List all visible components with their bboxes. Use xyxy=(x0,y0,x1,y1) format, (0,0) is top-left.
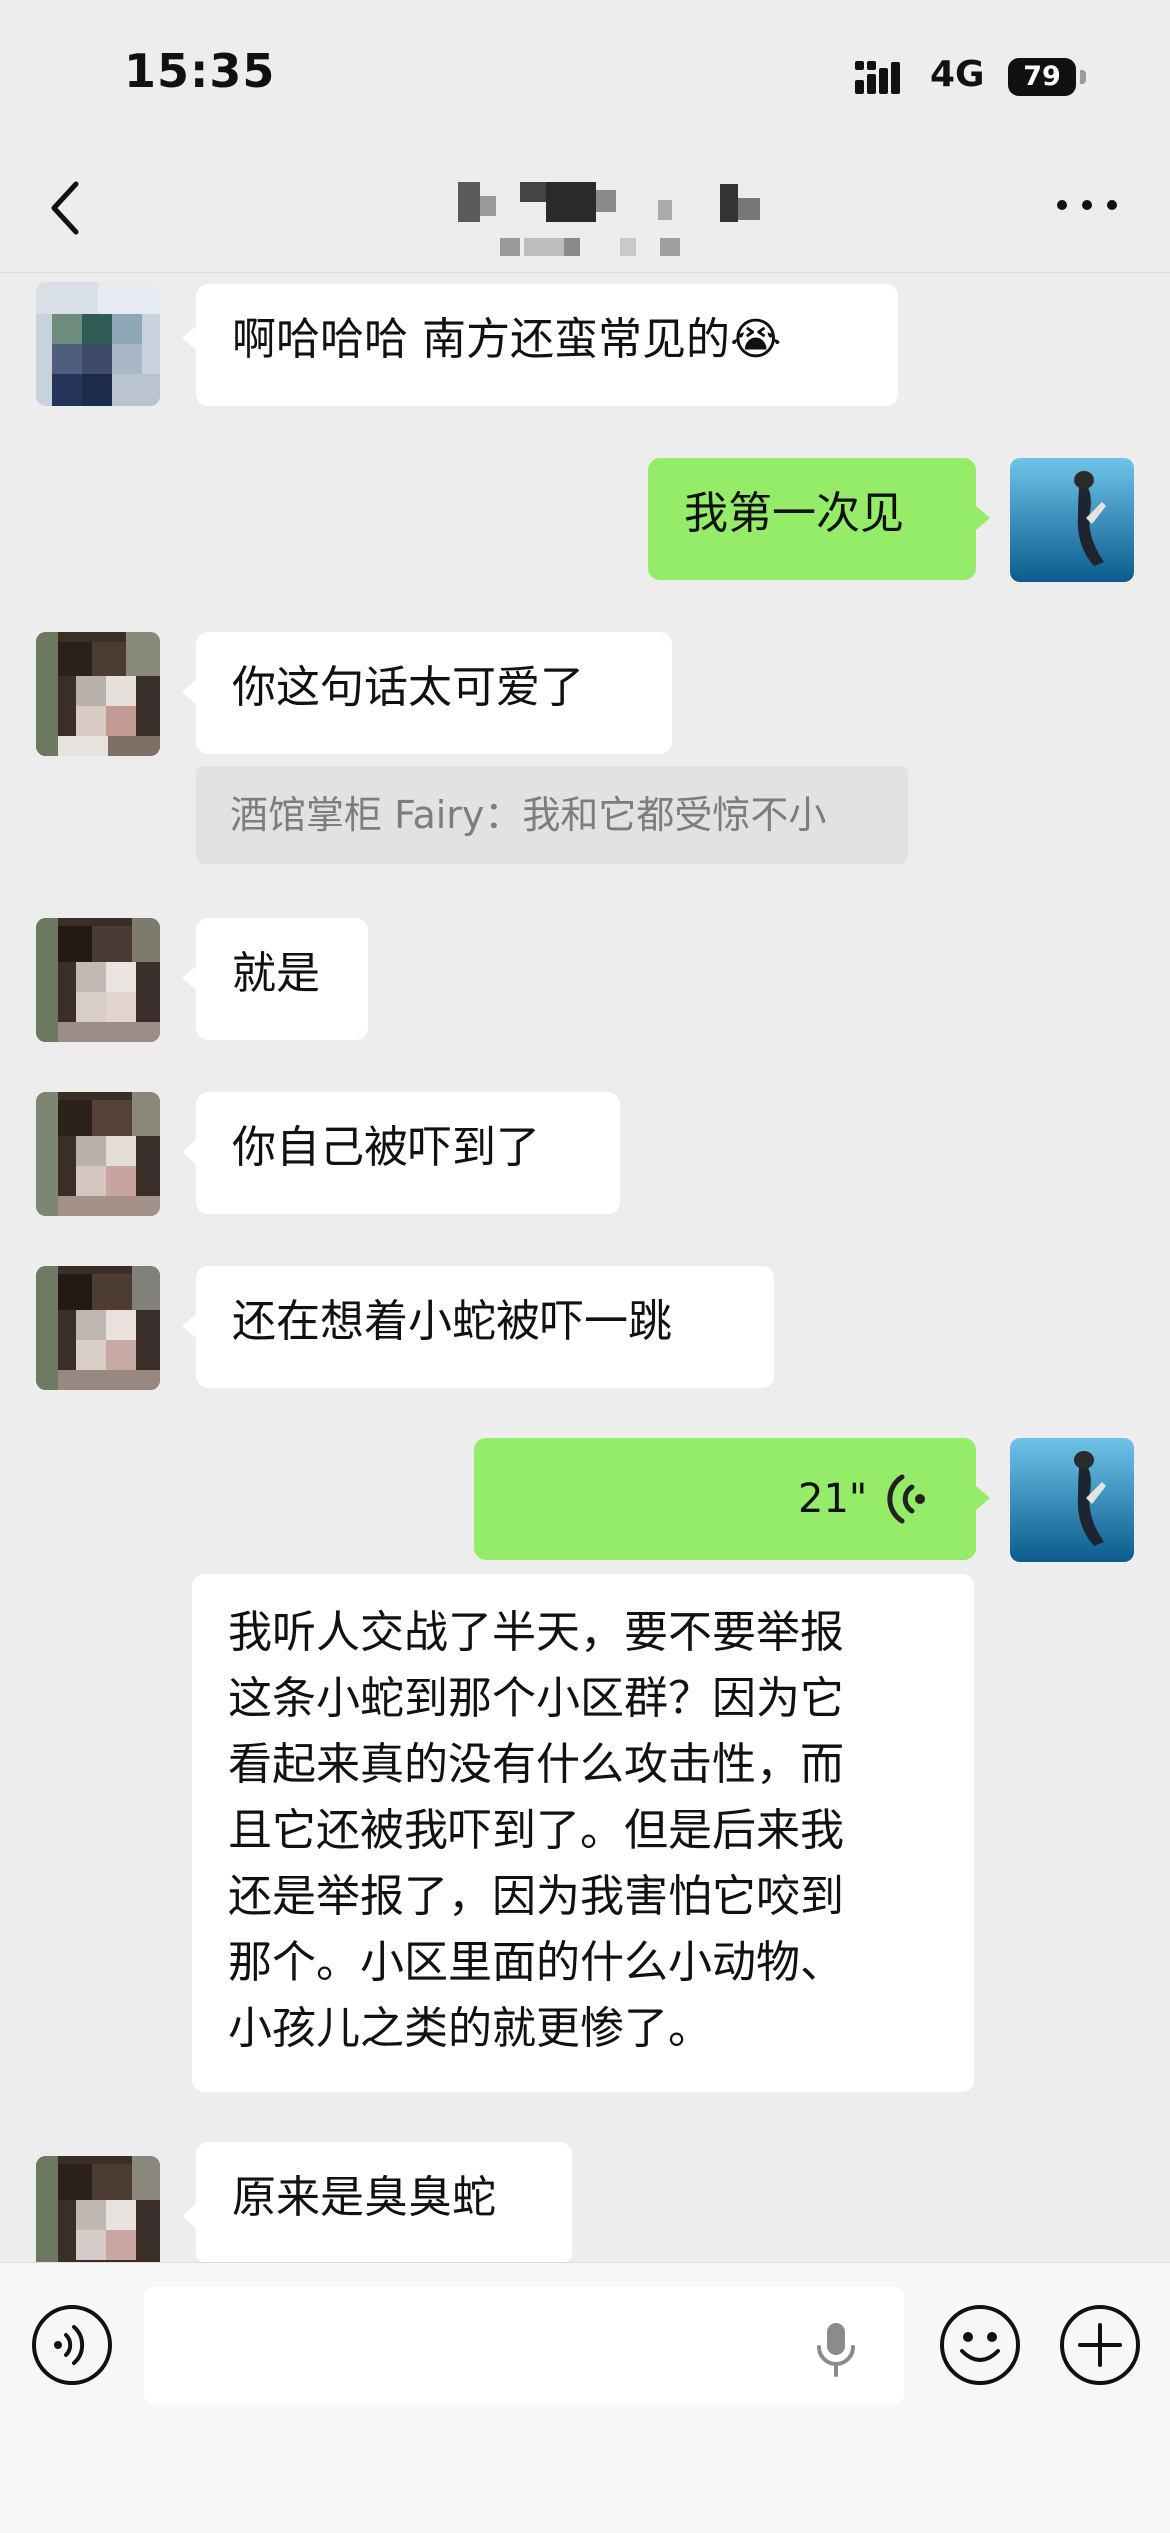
chat-title-pixelated xyxy=(458,182,760,222)
message-text: 我第一次见 xyxy=(684,488,904,539)
message-text: 你自己被吓到了 xyxy=(232,1122,540,1173)
bubble-tail xyxy=(976,506,990,530)
bubble-tail xyxy=(182,966,196,990)
voice-duration: 21" xyxy=(798,1476,868,1522)
battery-cap xyxy=(1080,70,1086,84)
contact-avatar[interactable] xyxy=(36,1266,160,1390)
message-bubble[interactable]: 还在想着小蛇被吓一跳 xyxy=(196,1266,774,1388)
voice-transcript[interactable]: 我听人交战了半天，要不要举报 这条小蛇到那个小区群？因为它 看起来真的没有什么攻… xyxy=(192,1574,974,2092)
chat-subtitle-pixelated xyxy=(500,238,680,256)
plus-circle-icon[interactable] xyxy=(1058,2303,1142,2387)
bubble-tail xyxy=(182,326,196,350)
network-type: 4G xyxy=(930,54,985,95)
bubble-tail xyxy=(182,680,196,704)
message-text: 你这句话太可爱了 xyxy=(232,662,584,713)
voice-message[interactable]: 21" xyxy=(474,1438,976,1560)
my-avatar[interactable] xyxy=(1010,458,1134,582)
battery-icon: 79 xyxy=(1008,58,1088,96)
quoted-message[interactable]: 酒馆掌柜 Fairy：我和它都受惊不小 xyxy=(196,766,908,864)
voice-wave-icon xyxy=(887,1474,925,1524)
battery-level: 79 xyxy=(1008,58,1076,96)
transcript-line: 还是举报了，因为我害怕它咬到 xyxy=(228,1871,844,1922)
bubble-tail xyxy=(976,1486,990,1510)
quote-text: 酒馆掌柜 Fairy：我和它都受惊不小 xyxy=(230,793,827,837)
bubble-tail xyxy=(182,1314,196,1338)
message-input[interactable] xyxy=(144,2287,904,2405)
my-avatar[interactable] xyxy=(1010,1438,1134,1562)
contact-avatar[interactable] xyxy=(36,918,160,1042)
message-bubble[interactable]: 就是 xyxy=(196,918,368,1040)
more-icon[interactable] xyxy=(1052,190,1122,220)
contact-avatar[interactable] xyxy=(36,282,160,406)
microphone-icon[interactable] xyxy=(812,2321,860,2379)
message-bubble[interactable]: 啊哈哈哈 南方还蛮常见的😭 xyxy=(196,284,898,406)
transcript-line: 我听人交战了半天，要不要举报 xyxy=(228,1607,844,1658)
contact-avatar[interactable] xyxy=(36,632,160,756)
message-bubble[interactable]: 我第一次见 xyxy=(648,458,976,580)
message-bubble[interactable]: 原来是臭臭蛇 xyxy=(196,2142,572,2264)
input-bar xyxy=(0,2262,1170,2533)
chat-header xyxy=(0,150,1170,273)
transcript-line: 那个。小区里面的什么小动物、 xyxy=(228,1937,844,1988)
signal-icon xyxy=(855,61,900,94)
transcript-line: 且它还被我吓到了。但是后来我 xyxy=(228,1805,844,1856)
transcript-line: 看起来真的没有什么攻击性，而 xyxy=(228,1739,844,1790)
message-bubble[interactable]: 你自己被吓到了 xyxy=(196,1092,620,1214)
transcript-line: 这条小蛇到那个小区群？因为它 xyxy=(228,1673,844,1724)
emoji-icon[interactable] xyxy=(938,2303,1022,2387)
message-text: 原来是臭臭蛇 xyxy=(232,2172,496,2223)
status-time: 15:35 xyxy=(124,44,276,98)
back-icon[interactable] xyxy=(40,174,100,242)
message-bubble[interactable]: 你这句话太可爱了 xyxy=(196,632,672,754)
transcript-line: 小孩儿之类的就更惨了。 xyxy=(228,2003,712,2054)
bubble-tail xyxy=(182,1140,196,1164)
contact-avatar[interactable] xyxy=(36,1092,160,1216)
message-text: 啊哈哈哈 南方还蛮常见的😭 xyxy=(232,314,782,365)
voice-input-icon[interactable] xyxy=(30,2303,114,2387)
message-text: 还在想着小蛇被吓一跳 xyxy=(232,1296,672,1347)
message-text: 就是 xyxy=(232,948,320,999)
bubble-tail xyxy=(182,2204,196,2228)
status-bar: 15:35 4G 79 xyxy=(0,0,1170,150)
